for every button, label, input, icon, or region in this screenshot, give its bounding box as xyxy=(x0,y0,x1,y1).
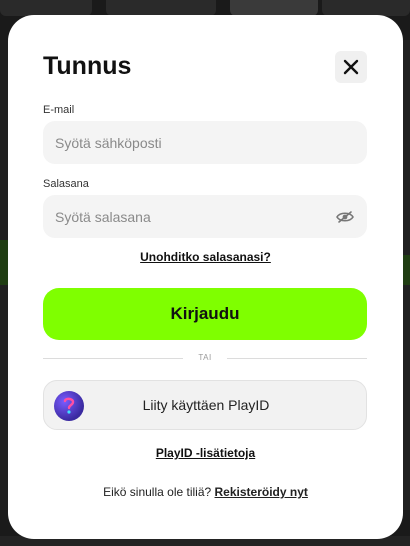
background-tile xyxy=(0,0,92,16)
playid-button[interactable]: Liity käyttäen PlayID xyxy=(43,380,367,430)
divider-line-right xyxy=(227,358,367,359)
email-label: E-mail xyxy=(43,104,75,116)
background-accent-right xyxy=(402,255,410,285)
background-tile xyxy=(106,0,216,16)
playid-button-label: Liity käyttäen PlayID xyxy=(142,397,270,413)
background-accent-left xyxy=(0,240,8,285)
background-tile xyxy=(322,0,410,16)
forgot-password-link[interactable]: Unohditko salasanasi? xyxy=(8,250,403,264)
background-tile xyxy=(230,0,318,16)
register-row: Eikö sinulla ole tiliä? Rekisteröidy nyt xyxy=(8,485,403,499)
login-button[interactable]: Kirjaudu xyxy=(43,288,367,340)
register-prompt: Eikö sinulla ole tiliä? xyxy=(103,485,212,499)
eye-slash-icon[interactable] xyxy=(336,210,354,224)
or-divider: TAI xyxy=(43,353,367,362)
close-icon xyxy=(343,59,359,75)
password-label: Salasana xyxy=(43,178,89,190)
email-field[interactable] xyxy=(43,121,367,164)
background-nav-strip xyxy=(0,0,410,16)
login-modal: Tunnus E-mail Salasana Unohditko salasan… xyxy=(8,15,403,539)
playid-info-link[interactable]: PlayID -lisätietoja xyxy=(8,446,403,460)
register-link[interactable]: Rekisteröidy nyt xyxy=(215,485,308,499)
password-field[interactable] xyxy=(43,195,367,238)
modal-title: Tunnus xyxy=(43,52,132,80)
close-button[interactable] xyxy=(335,51,367,83)
